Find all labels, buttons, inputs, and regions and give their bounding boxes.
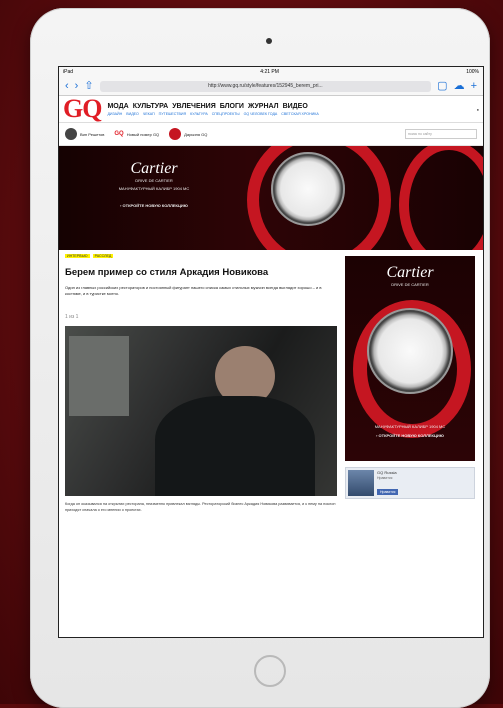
back-icon[interactable]: ‹ (65, 80, 69, 92)
address-bar[interactable]: http://www.gq.ru/style/features/152945_b… (99, 80, 432, 92)
fb-info: GQ Russia Нравится Нравится (377, 470, 399, 496)
tag[interactable]: ИНТЕРВЬЮ (65, 254, 90, 258)
cartier-banner-ad[interactable]: Cartier DRIVE DE CARTIER МАНУФАКТУРНЫЙ К… (59, 146, 483, 250)
share-icon[interactable]: ⇧ (84, 80, 93, 92)
search-placeholder: поиск по сайту (408, 132, 432, 136)
subnav-item[interactable]: КУЛЬТУРА (190, 112, 208, 116)
cloud-icon[interactable]: ☁ (454, 80, 465, 92)
site-header: GQ МОДА КУЛЬТУРА УВЛЕЧЕНИЯ БЛОГИ ЖУРНАЛ ВИДЕО… (59, 96, 483, 123)
gallery-pager[interactable]: 1 из 1 (65, 314, 337, 320)
promo-item-3[interactable]: Дарьиня GQ (169, 128, 207, 140)
ad-header: Cartier DRIVE DE CARTIER (345, 264, 475, 287)
main-nav: МОДА КУЛЬТУРА УВЛЕЧЕНИЯ БЛОГИ ЖУРНАЛ ВИДЕО (107, 103, 318, 110)
nav-item[interactable]: БЛОГИ (220, 103, 244, 110)
subnav-item[interactable]: ВИДЕО (126, 112, 139, 116)
promo-item-2[interactable]: GQ Новый номер GQ (114, 131, 159, 137)
promo-label: Новый номер GQ (126, 131, 160, 137)
ad-footer: МАНУФАКТУРНЫЙ КАЛИБР 1904 MC › ОТКРОЙТЕ … (345, 424, 475, 438)
nav-item[interactable]: КУЛЬТУРА (133, 103, 169, 110)
carrier: iPad (63, 69, 74, 75)
watch-icon (367, 308, 453, 394)
article-photo (65, 326, 337, 497)
new-tab-icon[interactable]: + (471, 80, 477, 92)
subnav-item[interactable]: ДИЗАЙН (107, 112, 122, 116)
banner-brand: Cartier (130, 160, 178, 177)
nav-item[interactable]: ЖУРНАЛ (248, 103, 279, 110)
subnav-item[interactable]: СПЕЦПРОЕКТЫ (212, 112, 240, 116)
ad-cta[interactable]: › ОТКРОЙТЕ НОВУЮ КОЛЛЕКЦИЮ (345, 433, 475, 438)
subnav-item[interactable]: ПУТЕШЕСТВИЯ (159, 112, 186, 116)
cartier-sidebar-ad[interactable]: Cartier DRIVE DE CARTIER МАНУФАКТУРНЫЙ К… (345, 256, 475, 461)
person-body (155, 396, 315, 497)
home-button[interactable] (254, 655, 286, 687)
promo-strip: Вин Решетов GQ Новый номер GQ Дарьиня GQ … (59, 123, 483, 146)
gq-mini-logo: GQ (114, 131, 124, 137)
tag[interactable]: РАССЛЕД (92, 254, 114, 258)
battery: 100% (466, 69, 479, 75)
fb-like-button[interactable]: Нравится (377, 489, 399, 495)
avatar (169, 128, 182, 140)
breadcrumb: ИНТЕРВЬЮ РАССЛЕД (65, 254, 337, 258)
promo-label: Дарьиня GQ (184, 131, 208, 137)
ipad-screen: iPad 4:21 PM 100% ‹ › ⇧ http://www.gq.ru… (58, 66, 484, 638)
banner-cta[interactable]: › ОТКРОЙТЕ НОВУЮ КОЛЛЕКЦИЮ (99, 203, 209, 208)
site-nav: МОДА КУЛЬТУРА УВЛЕЧЕНИЯ БЛОГИ ЖУРНАЛ ВИДЕО ДИ… (107, 103, 318, 116)
user-icon[interactable]: ● (477, 107, 479, 112)
page-title: Берем пример со стиля Аркадия Новикова (65, 267, 269, 278)
site-search-input[interactable]: поиск по сайту (405, 129, 477, 139)
status-bar: iPad 4:21 PM 100% (59, 67, 483, 77)
gq-logo[interactable]: GQ (63, 96, 102, 122)
clock: 4:21 PM (260, 69, 279, 75)
facebook-widget[interactable]: GQ Russia Нравится Нравится (345, 467, 475, 499)
watch-icon (271, 152, 345, 226)
sidebar: Cartier DRIVE DE CARTIER МАНУФАКТУРНЫЙ К… (345, 254, 475, 513)
page-content: ИНТЕРВЬЮ РАССЛЕД Берем пример со стиля А… (59, 250, 483, 517)
car-window (69, 336, 129, 417)
fb-cover-image (348, 470, 374, 496)
bookmarks-icon[interactable]: ▢ (437, 80, 447, 92)
fb-title: GQ Russia (377, 470, 397, 475)
banner-text: Cartier DRIVE DE CARTIER МАНУФАКТУРНЫЙ К… (99, 160, 209, 208)
ad-tagline: МАНУФАКТУРНЫЙ КАЛИБР 1904 MC (374, 424, 446, 429)
banner-line: DRIVE DE CARTIER (135, 178, 173, 183)
promo-label: Вин Решетов (80, 131, 105, 137)
promo-item-1[interactable]: Вин Решетов (65, 128, 104, 140)
nav-item[interactable]: ВИДЕО (283, 103, 308, 110)
subnav-item[interactable]: СВЕТСКАЯ ХРОНИКА (281, 112, 318, 116)
subnav-item[interactable]: ЧЕКАП (143, 112, 155, 116)
forward-icon[interactable]: › (75, 80, 79, 92)
fb-subtitle: Нравится (377, 476, 393, 480)
article-body: Когда он оказывался на открытии ресторан… (65, 502, 336, 512)
ad-brand: Cartier (386, 264, 434, 281)
article: ИНТЕРВЬЮ РАССЛЕД Берем пример со стиля А… (65, 254, 337, 513)
safari-toolbar: ‹ › ⇧ http://www.gq.ru/style/features/15… (59, 77, 483, 96)
avatar (65, 128, 77, 140)
subnav-item[interactable]: GQ ЧЕЛОВЕК ГОДА (244, 112, 278, 116)
ad-line: DRIVE DE CARTIER (391, 282, 429, 287)
article-lead: Один из главных российских рестораторов … (65, 284, 322, 296)
ad-ring (399, 146, 483, 250)
url-text: http://www.gq.ru/style/features/152945_b… (208, 83, 323, 89)
sub-nav: ДИЗАЙН ВИДЕО ЧЕКАП ПУТЕШЕСТВИЯ КУЛЬТУРА СПЕЦП… (107, 112, 318, 116)
banner-tagline: МАНУФАКТУРНЫЙ КАЛИБР 1904 MC (118, 186, 190, 191)
camera (266, 38, 272, 44)
nav-item[interactable]: УВЛЕЧЕНИЯ (172, 103, 216, 110)
nav-item[interactable]: МОДА (107, 103, 128, 110)
